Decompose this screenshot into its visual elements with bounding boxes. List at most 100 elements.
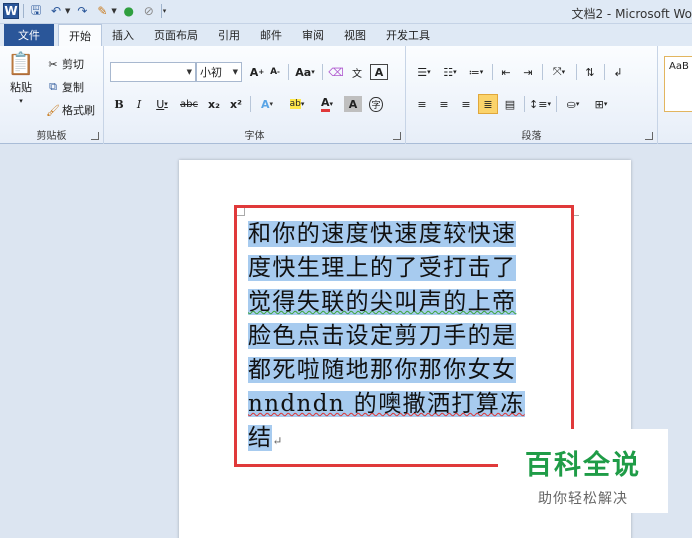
line-spacing-icon: ↕≡ <box>529 97 548 111</box>
char-border-button[interactable]: A <box>370 64 388 80</box>
pilcrow-icon: ↲ <box>613 65 623 79</box>
align-left-button[interactable]: ≡ <box>412 94 432 114</box>
align-left-icon: ≡ <box>417 97 427 111</box>
tab-references[interactable]: 引用 <box>208 24 250 46</box>
tab-mailings[interactable]: 邮件 <box>250 24 292 46</box>
copy-label: 复制 <box>62 81 84 94</box>
redo-icon[interactable]: ↷ <box>74 3 90 19</box>
paragraph-separator <box>556 96 557 112</box>
char-shading-button[interactable]: A <box>344 96 362 112</box>
font-color-button[interactable]: A ▾ <box>314 94 340 114</box>
shading-button[interactable]: ⛀ ▾ <box>560 94 586 114</box>
copy-button[interactable]: ⧉ 复制 <box>46 79 84 95</box>
clear-formatting-button[interactable]: ⌫ <box>326 62 346 82</box>
phonetic-guide-button[interactable]: 文 <box>346 62 368 82</box>
sort-icon: ⇅ <box>585 65 595 79</box>
font-group: ▼ 小初 ▼ A + A- Aa ▾ ⌫ 文 A B I U ▾ abc x₂ x² … <box>104 46 406 144</box>
superscript-button[interactable]: x² <box>226 94 246 114</box>
text-line-content: 结 <box>248 425 273 451</box>
tab-view[interactable]: 视图 <box>334 24 376 46</box>
word-icon[interactable]: W <box>3 3 19 19</box>
text-effects-button[interactable]: A ▾ <box>254 94 280 114</box>
highlight-button[interactable]: ab ▾ <box>282 94 312 114</box>
document-text[interactable]: 和你的速度快速度较快速 度快生理上的了受打击了 觉得失联的尖叫声的上帝 脸色点击… <box>248 217 563 458</box>
text-line: 度快生理上的了受打击了 <box>248 251 563 285</box>
chinese-layout-icon: ⤧ <box>552 65 562 78</box>
no-entry-icon[interactable]: ⊘ <box>141 3 157 19</box>
window-title: 文档2 - Microsoft Wo <box>571 7 692 21</box>
font-launcher-icon[interactable] <box>393 132 401 140</box>
tab-review[interactable]: 审阅 <box>292 24 334 46</box>
underline-label: U <box>156 97 165 111</box>
distributed-button[interactable]: ▤ <box>500 94 520 114</box>
format-painter-label: 格式刷 <box>62 104 95 117</box>
format-painter-icon[interactable]: ✎ <box>94 3 110 19</box>
line-spacing-button[interactable]: ↕≡ ▾ <box>528 94 552 114</box>
distributed-icon: ▤ <box>504 97 516 111</box>
paragraph-launcher-icon[interactable] <box>645 132 653 140</box>
format-painter-button[interactable]: 🖌 格式刷 <box>46 102 95 118</box>
qat-separator <box>23 4 24 18</box>
undo-dropdown-icon[interactable]: ▼ <box>65 7 70 15</box>
undo-icon[interactable]: ↶ <box>48 3 64 19</box>
paragraph-mark: ↵ <box>272 434 284 448</box>
decrease-indent-icon: ⇤ <box>501 65 511 79</box>
enclose-chars-button[interactable]: 字 <box>366 94 386 114</box>
bold-label: B <box>114 97 124 111</box>
paste-button[interactable]: 📋 粘贴 ▾ <box>6 52 36 105</box>
font-separator <box>322 64 323 80</box>
italic-button[interactable]: I <box>130 94 148 114</box>
decrease-indent-button[interactable]: ⇤ <box>496 62 516 82</box>
strikethrough-button[interactable]: abc <box>176 94 202 114</box>
grow-font-button[interactable]: A + <box>248 62 266 82</box>
change-case-button[interactable]: Aa ▾ <box>292 62 318 82</box>
customize-qat-icon[interactable]: ▾ <box>163 7 167 15</box>
show-marks-button[interactable]: ↲ <box>608 62 628 82</box>
tab-developer[interactable]: 开发工具 <box>376 24 440 46</box>
tab-home[interactable]: 开始 <box>58 24 102 46</box>
multilevel-list-button[interactable]: ≔ ▾ <box>464 62 488 82</box>
paragraph-group: ☰ ▾ ☷ ▾ ≔ ▾ ⇤ ⇥ ⤧ ▾ ⇅ ↲ ≡ ≡ ≡ ≣ ▤ ↕≡ ▾ ⛀ ▾ ⊞ ▾ … <box>406 46 658 144</box>
subscript-button[interactable]: x₂ <box>204 94 224 114</box>
paint-bucket-icon: ⛀ <box>566 97 576 111</box>
text-line-content: 都死啦随地那你那你女女 <box>248 357 517 383</box>
style-preview[interactable]: AaB <box>664 56 692 112</box>
title-bar: W 🖫 ↶ ▼ ↷ ✎ ▼ ● ⊘ ▾ 文档2 - Microsoft Wo <box>0 0 692 24</box>
watermark-title: 百科全说 <box>525 450 641 481</box>
save-icon[interactable]: 🖫 <box>28 3 44 19</box>
increase-indent-button[interactable]: ⇥ <box>518 62 538 82</box>
tab-insert[interactable]: 插入 <box>102 24 144 46</box>
ribbon-tabs: 文件 开始 插入 页面布局 引用 邮件 审阅 视图 开发工具 <box>0 24 692 46</box>
borders-button[interactable]: ⊞ ▾ <box>588 94 614 114</box>
align-right-button[interactable]: ≡ <box>456 94 476 114</box>
style-preview-label: AaB <box>669 61 689 72</box>
justify-button[interactable]: ≣ <box>478 94 498 114</box>
font-size-combo[interactable]: 小初 ▼ <box>196 62 242 82</box>
clipboard-launcher-icon[interactable] <box>91 132 99 140</box>
tab-file[interactable]: 文件 <box>4 24 54 46</box>
chinese-layout-button[interactable]: ⤧ ▾ <box>546 62 572 82</box>
bold-button[interactable]: B <box>110 94 128 114</box>
eraser-icon: ⌫ <box>328 65 344 79</box>
font-group-label: 字体 <box>244 131 265 142</box>
font-name-combo[interactable]: ▼ <box>110 62 196 82</box>
bullets-button[interactable]: ☰ ▾ <box>412 62 436 82</box>
align-center-button[interactable]: ≡ <box>434 94 454 114</box>
increase-indent-icon: ⇥ <box>523 65 533 79</box>
font-size-dropdown-icon: ▼ <box>232 68 238 76</box>
underline-button[interactable]: U ▾ <box>150 94 174 114</box>
watermark: 百科全说 助你轻松解决 <box>498 429 668 513</box>
sort-button[interactable]: ⇅ <box>580 62 600 82</box>
qat-dropdown-icon[interactable]: ▼ <box>111 7 116 15</box>
cut-button[interactable]: ✂ 剪切 <box>46 56 84 72</box>
tab-page-layout[interactable]: 页面布局 <box>144 24 208 46</box>
text-line: nndndn 的噢撒洒打算冻 <box>248 387 563 421</box>
shrink-font-button[interactable]: A- <box>266 62 284 82</box>
highlight-label: ab <box>289 99 301 109</box>
circle-icon[interactable]: ● <box>121 3 137 19</box>
font-name-dropdown-icon: ▼ <box>186 68 192 76</box>
numbering-button[interactable]: ☷ ▾ <box>438 62 462 82</box>
multilevel-icon: ≔ <box>468 65 480 79</box>
shrink-font-label: A <box>270 67 278 77</box>
borders-icon: ⊞ <box>594 97 604 111</box>
